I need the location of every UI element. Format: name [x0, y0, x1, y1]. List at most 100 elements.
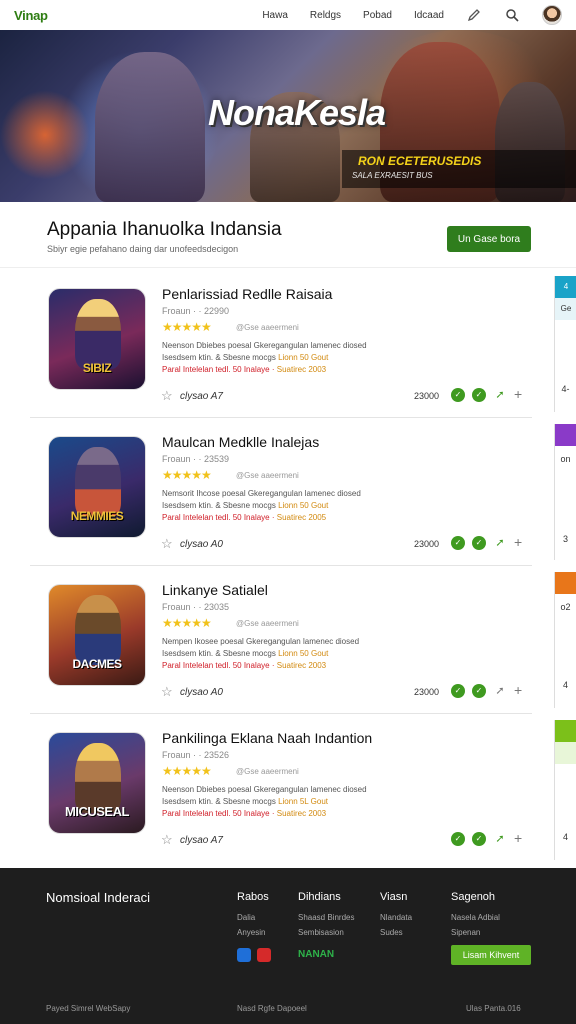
- game-card[interactable]: MICUSEAL Pankilinga Eklana Naah Indantio…: [30, 714, 532, 862]
- game-card[interactable]: NEMMIES Maulcan Medklle Inalejas Froaun …: [30, 418, 532, 566]
- footer-version: Ulas Panta.016: [466, 1004, 521, 1013]
- download-count: 23000: [414, 687, 440, 697]
- hero-banner[interactable]: NonaKesla RON ECETERUSEDIS SALA EXRAESIT…: [0, 30, 576, 202]
- star-rating: ★★★★★: [162, 320, 212, 334]
- share-icon[interactable]: ➚: [493, 536, 507, 550]
- hero-tagline: SALA EXRAESIT BUS: [352, 171, 433, 180]
- nav-link-home[interactable]: Hawa: [262, 10, 288, 21]
- search-icon[interactable]: [504, 7, 520, 23]
- thumbnail-art: [75, 447, 121, 517]
- game-thumbnail[interactable]: DACMES: [48, 584, 146, 686]
- check-icon[interactable]: ✓: [451, 388, 465, 402]
- share-icon[interactable]: ➚: [493, 684, 507, 698]
- desc-text: Isesdsem ktin. & Sbesne mocgs: [162, 501, 276, 510]
- nav-link-2[interactable]: Reldgs: [310, 10, 341, 21]
- side-panel[interactable]: 4: [554, 720, 576, 860]
- footer-brand: Nomsioal Inderaci: [46, 890, 151, 905]
- game-promo: Paral Intelelan tedl. 50 Inalaye · Suati…: [162, 365, 326, 374]
- hero-title: NonaKesla: [208, 92, 386, 133]
- game-playtime: clysao A7: [180, 835, 223, 846]
- side-panel[interactable]: on 3: [554, 424, 576, 560]
- check-icon[interactable]: ✓: [472, 536, 486, 550]
- partner-logo[interactable]: NANAN: [298, 949, 334, 960]
- game-title[interactable]: Penlarissiad Redlle Raisaia: [162, 286, 332, 302]
- section-action-button[interactable]: Un Gase bora: [447, 226, 531, 252]
- social-youtube-icon[interactable]: [257, 948, 271, 962]
- footer-link[interactable]: Nasela Adbial: [451, 913, 500, 922]
- add-icon[interactable]: +: [514, 534, 522, 550]
- desc-text: Isesdsem ktin. & Sbesne mocgs: [162, 353, 276, 362]
- social-facebook-icon[interactable]: [237, 948, 251, 962]
- check-icon[interactable]: ✓: [472, 388, 486, 402]
- add-icon[interactable]: +: [514, 682, 522, 698]
- footer-copyright: Payed Simrel WebSapy: [46, 1004, 131, 1013]
- footer-cta-button[interactable]: Lisam Kihvent: [451, 945, 531, 965]
- footer-column: Dihdians Shaasd Binrdes Sembisasion: [298, 891, 354, 943]
- game-description: Nempen Ikosee poesal Gkeregangulan lamen…: [162, 637, 360, 646]
- desc-highlight: Lionn 5L Gout: [278, 797, 329, 806]
- star-rating: ★★★★★: [162, 616, 212, 630]
- game-thumbnail[interactable]: MICUSEAL: [48, 732, 146, 834]
- side-panel-value: 4-: [561, 384, 570, 394]
- footer-legal-link[interactable]: Nasd Rgfe Dapoeel: [237, 1004, 307, 1013]
- game-playtime: clysao A0: [180, 539, 223, 550]
- hero-glow: [0, 90, 90, 180]
- nav-link-3[interactable]: Pobad: [363, 10, 392, 21]
- favorite-star-icon[interactable]: ☆: [161, 832, 173, 848]
- side-panel-value: 3: [562, 534, 568, 544]
- add-icon[interactable]: +: [514, 830, 522, 846]
- desc-text: Isesdsem ktin. & Sbesne mocgs: [162, 797, 276, 806]
- footer-column: Rabos Dalia Anyesin: [237, 891, 269, 943]
- favorite-star-icon[interactable]: ☆: [161, 536, 173, 552]
- favorite-star-icon[interactable]: ☆: [161, 684, 173, 700]
- game-thumbnail[interactable]: SIBIZ: [48, 288, 146, 390]
- footer-link[interactable]: Sembisasion: [298, 928, 354, 937]
- footer-link[interactable]: Nlandata: [380, 913, 412, 922]
- game-card[interactable]: SIBIZ Penlarissiad Redlle Raisaia Froaun…: [30, 270, 532, 418]
- favorite-star-icon[interactable]: ☆: [161, 388, 173, 404]
- game-title[interactable]: Maulcan Medklle Inalejas: [162, 434, 319, 450]
- user-avatar[interactable]: [542, 5, 562, 25]
- check-icon[interactable]: ✓: [472, 832, 486, 846]
- side-panel-label: [555, 742, 576, 764]
- game-description: Isesdsem ktin. & Sbesne mocgs Lionn 50 G…: [162, 353, 328, 362]
- footer-column-title: Sagenoh: [451, 891, 496, 903]
- footer-link[interactable]: Shaasd Binrdes: [298, 913, 354, 922]
- section-title: Appania Ihanuolka Indansia: [47, 219, 282, 240]
- share-icon[interactable]: ➚: [493, 388, 507, 402]
- game-title[interactable]: Linkanye Satialel: [162, 582, 268, 598]
- promo-text: Paral Intelelan tedl. 50 Inalaye ·: [162, 513, 275, 522]
- thumbnail-label: DACMES: [72, 657, 122, 671]
- share-icon[interactable]: ➚: [493, 832, 507, 846]
- game-thumbnail[interactable]: NEMMIES: [48, 436, 146, 538]
- check-icon[interactable]: ✓: [472, 684, 486, 698]
- promo-highlight: Suatirec 2005: [276, 513, 327, 522]
- promo-highlight: Suatirec 2003: [276, 365, 327, 374]
- game-card[interactable]: DACMES Linkanye Satialel Froaun · · 2303…: [30, 566, 532, 714]
- desc-text: Isesdsem ktin. & Sbesne mocgs: [162, 649, 276, 658]
- footer-link[interactable]: Sipenan: [451, 928, 500, 937]
- check-icon[interactable]: ✓: [451, 536, 465, 550]
- game-promo: Paral Intelelan tedl. 50 Inalaye · Suati…: [162, 661, 326, 670]
- nav-link-4[interactable]: Idcaad: [414, 10, 444, 21]
- thumbnail-label: NEMMIES: [70, 509, 124, 523]
- footer-link[interactable]: Dalia: [237, 913, 269, 922]
- game-meta: Froaun · · 23539: [162, 454, 230, 464]
- check-icon[interactable]: ✓: [451, 684, 465, 698]
- check-icon[interactable]: ✓: [451, 832, 465, 846]
- game-meta: Froaun · · 22990: [162, 306, 230, 316]
- side-panel-label: Ge: [555, 298, 576, 320]
- footer-link[interactable]: Sudes: [380, 928, 412, 937]
- game-title[interactable]: Pankilinga Eklana Naah Indantion: [162, 730, 372, 746]
- add-icon[interactable]: +: [514, 386, 522, 402]
- side-panel[interactable]: o2 4: [554, 572, 576, 708]
- promo-highlight: Suatirec 2003: [276, 661, 327, 670]
- game-description: Isesdsem ktin. & Sbesne mocgs Lionn 50 G…: [162, 501, 328, 510]
- desc-highlight: Lionn 50 Gout: [278, 649, 329, 658]
- side-panel[interactable]: 4 Ge 4-: [554, 276, 576, 412]
- site-logo[interactable]: Vinap: [14, 8, 48, 23]
- game-description: Isesdsem ktin. & Sbesne mocgs Lionn 50 G…: [162, 649, 328, 658]
- footer-link[interactable]: Anyesin: [237, 928, 269, 937]
- pencil-icon[interactable]: [466, 7, 482, 23]
- game-description: Isesdsem ktin. & Sbesne mocgs Lionn 5L G…: [162, 797, 328, 806]
